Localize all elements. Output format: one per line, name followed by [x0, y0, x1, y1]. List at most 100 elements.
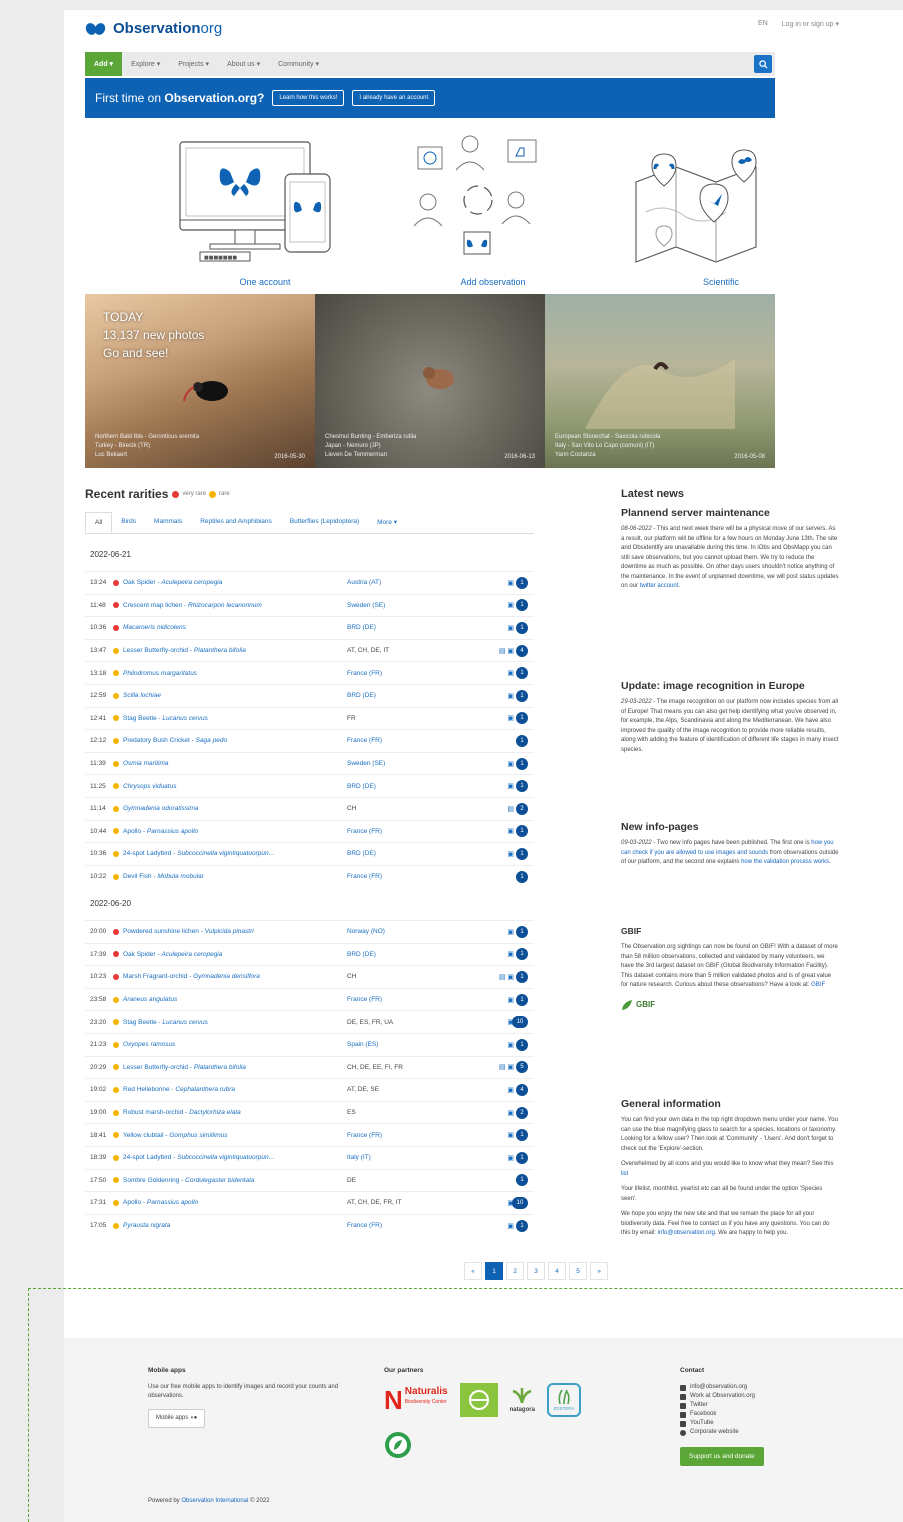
observation-count[interactable]: 1 — [516, 689, 528, 702]
observation-count[interactable]: 1 — [516, 734, 528, 747]
zostera-logo[interactable]: ZOSTERA — [546, 1383, 581, 1417]
rarity-row[interactable]: 11:39 Osmia maritima Sweden (SE) ▣ 1 — [85, 751, 534, 775]
learn-how-button[interactable]: Learn how this works! — [272, 90, 345, 106]
rarity-row[interactable]: 19:00 Robust marsh-orchid - Dactylorhiza … — [85, 1100, 534, 1124]
species-link[interactable]: Marsh Fragrant-orchid - Gymnadenia densi… — [123, 973, 347, 980]
species-link[interactable]: Powdered sunshine lichen - Vulpicida pin… — [123, 928, 347, 935]
add-menu[interactable]: Add ▾ — [85, 52, 123, 76]
rarity-row[interactable]: 17:05 Pyrausta nigrata France (FR) ▣ 1 — [85, 1213, 534, 1237]
species-link[interactable]: Devil Fish - Mobula mobular — [123, 873, 347, 880]
tab-all[interactable]: All — [85, 512, 113, 533]
observation-count[interactable]: 1 — [516, 925, 528, 938]
observation-count[interactable]: 2 — [516, 802, 528, 815]
species-link[interactable]: Oxyopes ramosus — [123, 1041, 347, 1048]
nav-projects[interactable]: Projects ▾ — [169, 60, 218, 68]
rarity-row[interactable]: 12:41 Stag Beetle - Lucanus cervus FR ▣ 1 — [85, 706, 534, 730]
page-3[interactable]: 3 — [527, 1262, 545, 1280]
species-link[interactable]: Pyrausta nigrata — [123, 1222, 347, 1229]
observation-count[interactable]: 1 — [516, 1151, 528, 1164]
feature-one-account[interactable]: ■■■■■■■ One account — [160, 132, 370, 287]
rarity-row[interactable]: 18:39 24-spot Ladybird - Subcoccinella vi… — [85, 1145, 534, 1169]
feature-scientific[interactable]: Scientific — [616, 132, 826, 287]
rarity-row[interactable]: 11:48 Crescent map lichen - Rhizocarpon l… — [85, 593, 534, 617]
rarity-row[interactable]: 20:29 Lesser Butterfly-orchid - Platanthe… — [85, 1055, 534, 1079]
rarity-row[interactable]: 21:23 Oxyopes ramosus Spain (ES) ▣ 1 — [85, 1032, 534, 1056]
location[interactable]: France (FR) — [347, 873, 492, 880]
rarity-row[interactable]: 17:50 Sombre Goldenring - Cordulegaster b… — [85, 1168, 534, 1192]
news-title[interactable]: Plannend server maintenance — [621, 507, 839, 520]
rarity-row[interactable]: 10:36 24-spot Ladybird - Subcoccinella vi… — [85, 842, 534, 865]
species-link[interactable]: Crescent map lichen - Rhizocarpon lecano… — [123, 602, 347, 609]
observation-count[interactable]: 10 — [512, 1016, 528, 1029]
today-overlay[interactable]: TODAY 13,137 new photos Go and see! — [103, 308, 204, 362]
have-account-button[interactable]: I already have an account — [352, 90, 436, 106]
observation-count[interactable]: 1 — [516, 948, 528, 961]
species-link[interactable]: Yellow clubtail - Gomphus simillimus — [123, 1132, 347, 1139]
twitter-link[interactable]: twitter account — [640, 583, 679, 589]
page-5[interactable]: 5 — [569, 1262, 587, 1280]
rarity-row[interactable]: 10:23 Marsh Fragrant-orchid - Gymnadenia … — [85, 965, 534, 988]
rarity-row[interactable]: 18:41 Yellow clubtail - Gomphus simillimu… — [85, 1123, 534, 1146]
contact-email[interactable]: info@observation.org — [680, 1383, 830, 1392]
species-link[interactable]: Osmia maritima — [123, 760, 347, 767]
rarity-row[interactable]: 13:24 Oak Spider - Aculepeira ceropegia Au… — [85, 571, 534, 594]
rarity-row[interactable]: 11:14 Gymnadenia odoratissima CH ▤ 2 — [85, 796, 534, 820]
email-link[interactable]: info@observation.org — [658, 1230, 715, 1236]
page-next[interactable]: » — [590, 1262, 608, 1280]
observation-count[interactable]: 1 — [516, 599, 528, 612]
observation-count[interactable]: 1 — [516, 576, 528, 589]
photo-card[interactable]: European Stonechat - Saxicola rubicola I… — [545, 294, 775, 468]
location[interactable]: Italy (IT) — [347, 1154, 492, 1161]
site-logo[interactable]: Observation org — [83, 20, 222, 37]
rarity-row[interactable]: 12:12 Predatory Bush Cricket - Saga pedo F… — [85, 729, 534, 752]
donate-button[interactable]: Support us and donate — [680, 1447, 764, 1466]
location[interactable]: BRD (DE) — [347, 692, 492, 699]
naturalis-logo[interactable]: N Naturalis Biodiversity Center — [384, 1387, 448, 1414]
location[interactable]: France (FR) — [347, 1222, 492, 1229]
language-switch[interactable]: EN — [758, 20, 768, 28]
species-link[interactable]: 24-spot Ladybird - Subcoccinella viginti… — [123, 1154, 347, 1161]
observation-count[interactable]: 1 — [516, 847, 528, 860]
observation-count[interactable]: 10 — [512, 1196, 528, 1209]
rarity-row[interactable]: 23:20 Stag Beetle - Lucanus cervus DE, ES,… — [85, 1010, 534, 1033]
observation-count[interactable]: 1 — [516, 780, 528, 793]
observation-count[interactable]: 1 — [516, 825, 528, 838]
location[interactable]: Sweden (SE) — [347, 602, 492, 609]
login-link[interactable]: Log in or sign up ▾ — [782, 20, 839, 28]
rarity-row[interactable]: 17:39 Oak Spider - Aculepeira ceropegia BR… — [85, 942, 534, 966]
location[interactable]: Spain (ES) — [347, 1041, 492, 1048]
natagora-logo[interactable]: natagora — [510, 1387, 535, 1414]
tab-reptiles[interactable]: Reptiles and Amphibians — [191, 512, 281, 533]
rarity-row[interactable]: 17:31 Apollo - Parnassius apollo AT, CH, D… — [85, 1191, 534, 1214]
rarity-row[interactable]: 11:25 Chrysops viduatus BRD (DE) ▣ 1 — [85, 774, 534, 797]
contact-youtube[interactable]: YouTube — [680, 1419, 830, 1428]
contact-work[interactable]: Work at Observation.org — [680, 1392, 830, 1401]
contact-twitter[interactable]: Twitter — [680, 1401, 830, 1410]
species-link[interactable]: Araneus angulatus — [123, 996, 347, 1003]
species-link[interactable]: Stag Beetle - Lucanus cervus — [123, 715, 347, 722]
location[interactable]: BRD (DE) — [347, 951, 492, 958]
observation-count[interactable]: 1 — [516, 1038, 528, 1051]
nav-community[interactable]: Community ▾ — [269, 60, 328, 68]
feature-add-observation[interactable]: Add observation — [388, 132, 598, 287]
contact-facebook[interactable]: Facebook — [680, 1410, 830, 1419]
rarity-row[interactable]: 13:18 Philodromus margaritatus France (FR)… — [85, 661, 534, 684]
species-link[interactable]: Gymnadenia odoratissima — [123, 805, 347, 812]
photo-card[interactable]: TODAY 13,137 new photos Go and see! Nort… — [85, 294, 315, 468]
nav-explore[interactable]: Explore ▾ — [122, 60, 169, 68]
location[interactable]: France (FR) — [347, 1132, 492, 1139]
tab-more[interactable]: More ▾ — [368, 512, 406, 533]
species-link[interactable]: Predatory Bush Cricket - Saga pedo — [123, 737, 347, 744]
icons-list-link[interactable]: list — [621, 1171, 628, 1177]
contact-corporate[interactable]: Corporate website — [680, 1428, 830, 1437]
location[interactable]: France (FR) — [347, 737, 492, 744]
search-icon[interactable] — [754, 55, 772, 73]
rarity-row[interactable]: 20:00 Powdered sunshine lichen - Vulpicid… — [85, 920, 534, 943]
location[interactable]: BRD (DE) — [347, 624, 492, 631]
species-link[interactable]: Lesser Butterfly-orchid - Platanthera bi… — [123, 647, 347, 654]
mobile-apps-button[interactable]: Mobile apps ◖● — [148, 1409, 206, 1428]
gbif-logo[interactable]: GBIF — [621, 999, 839, 1011]
observation-count[interactable]: 4 — [516, 644, 528, 657]
observation-count[interactable]: 4 — [516, 1083, 528, 1096]
rarity-row[interactable]: 13:47 Lesser Butterfly-orchid - Platanthe… — [85, 638, 534, 662]
